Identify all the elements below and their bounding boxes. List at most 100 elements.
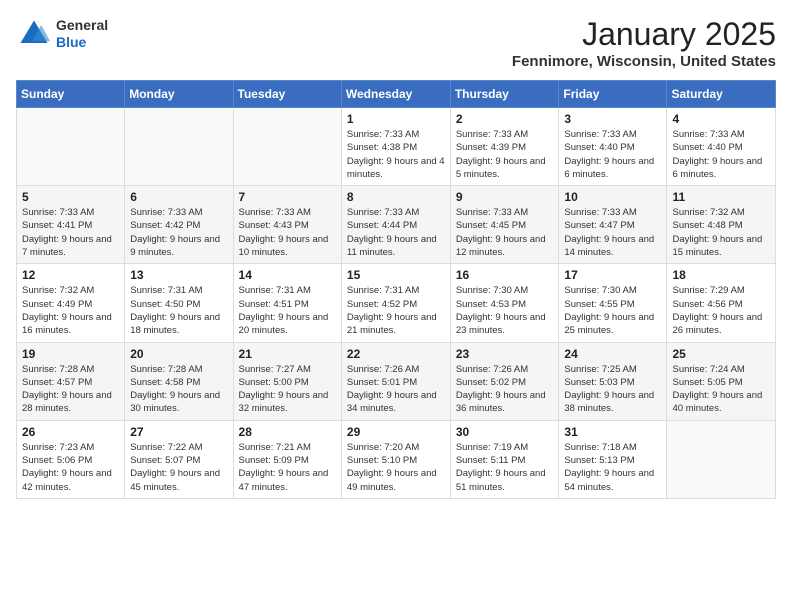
calendar-table: SundayMondayTuesdayWednesdayThursdayFrid… [16,80,776,499]
day-info: Sunrise: 7:21 AMSunset: 5:09 PMDaylight:… [239,441,336,494]
calendar-day-cell: 24Sunrise: 7:25 AMSunset: 5:03 PMDayligh… [559,342,667,420]
day-info: Sunrise: 7:24 AMSunset: 5:05 PMDaylight:… [672,363,770,416]
day-of-week-header: Saturday [667,81,776,108]
day-info: Sunrise: 7:28 AMSunset: 4:58 PMDaylight:… [130,363,227,416]
calendar-day-cell: 7 Sunrise: 7:33 AMSunset: 4:43 PMDaylight… [233,186,341,264]
day-number: 25 [672,347,770,361]
title-area: January 2025 Fennimore, Wisconsin, Unite… [512,16,776,70]
calendar-day-cell: 9 Sunrise: 7:33 AMSunset: 4:45 PMDaylight… [450,186,559,264]
day-number: 13 [130,268,227,282]
day-number: 6 [130,190,227,204]
calendar-day-cell: 4 Sunrise: 7:33 AMSunset: 4:40 PMDaylight… [667,108,776,186]
calendar-day-cell [125,108,233,186]
day-number: 4 [672,112,770,126]
day-number: 8 [347,190,445,204]
logo-general-text: General [56,17,108,34]
location-title: Fennimore, Wisconsin, United States [512,53,776,70]
calendar-day-cell: 26Sunrise: 7:23 AMSunset: 5:06 PMDayligh… [17,420,125,498]
day-number: 15 [347,268,445,282]
day-info: Sunrise: 7:33 AMSunset: 4:44 PMDaylight:… [347,206,445,259]
day-info: Sunrise: 7:33 AMSunset: 4:42 PMDaylight:… [130,206,227,259]
day-number: 28 [239,425,336,439]
day-number: 30 [456,425,554,439]
calendar-day-cell [233,108,341,186]
day-info: Sunrise: 7:31 AMSunset: 4:52 PMDaylight:… [347,284,445,337]
calendar-day-cell: 5Sunrise: 7:33 AMSunset: 4:41 PMDaylight… [17,186,125,264]
calendar-day-cell: 6 Sunrise: 7:33 AMSunset: 4:42 PMDaylight… [125,186,233,264]
day-info: Sunrise: 7:31 AMSunset: 4:50 PMDaylight:… [130,284,227,337]
calendar-day-cell: 13 Sunrise: 7:31 AMSunset: 4:50 PMDayligh… [125,264,233,342]
calendar-week-row: 12Sunrise: 7:32 AMSunset: 4:49 PMDayligh… [17,264,776,342]
calendar-day-cell: 10Sunrise: 7:33 AMSunset: 4:47 PMDayligh… [559,186,667,264]
calendar-week-row: 19Sunrise: 7:28 AMSunset: 4:57 PMDayligh… [17,342,776,420]
day-number: 31 [564,425,661,439]
day-info: Sunrise: 7:18 AMSunset: 5:13 PMDaylight:… [564,441,661,494]
day-info: Sunrise: 7:22 AMSunset: 5:07 PMDaylight:… [130,441,227,494]
day-number: 17 [564,268,661,282]
logo: General Blue [16,16,108,52]
day-info: Sunrise: 7:20 AMSunset: 5:10 PMDaylight:… [347,441,445,494]
day-info: Sunrise: 7:26 AMSunset: 5:02 PMDaylight:… [456,363,554,416]
day-number: 14 [239,268,336,282]
calendar-week-row: 5Sunrise: 7:33 AMSunset: 4:41 PMDaylight… [17,186,776,264]
calendar-day-cell: 8 Sunrise: 7:33 AMSunset: 4:44 PMDaylight… [341,186,450,264]
calendar-day-cell [17,108,125,186]
day-number: 16 [456,268,554,282]
day-number: 10 [564,190,661,204]
day-of-week-header: Friday [559,81,667,108]
day-number: 21 [239,347,336,361]
logo-icon [16,16,52,52]
calendar-body: 1 Sunrise: 7:33 AMSunset: 4:38 PMDaylight… [17,108,776,499]
calendar-day-cell: 22 Sunrise: 7:26 AMSunset: 5:01 PMDayligh… [341,342,450,420]
day-of-week-header: Thursday [450,81,559,108]
day-info: Sunrise: 7:33 AMSunset: 4:40 PMDaylight:… [564,128,661,181]
day-number: 1 [347,112,445,126]
calendar-day-cell: 14Sunrise: 7:31 AMSunset: 4:51 PMDayligh… [233,264,341,342]
calendar-day-cell: 2Sunrise: 7:33 AMSunset: 4:39 PMDaylight… [450,108,559,186]
calendar-day-cell: 19Sunrise: 7:28 AMSunset: 4:57 PMDayligh… [17,342,125,420]
day-of-week-header: Sunday [17,81,125,108]
calendar-day-cell: 12Sunrise: 7:32 AMSunset: 4:49 PMDayligh… [17,264,125,342]
day-info: Sunrise: 7:33 AMSunset: 4:40 PMDaylight:… [672,128,770,181]
day-info: Sunrise: 7:32 AMSunset: 4:48 PMDaylight:… [672,206,770,259]
day-number: 7 [239,190,336,204]
calendar-day-cell: 3Sunrise: 7:33 AMSunset: 4:40 PMDaylight… [559,108,667,186]
calendar-day-cell: 15 Sunrise: 7:31 AMSunset: 4:52 PMDayligh… [341,264,450,342]
calendar-day-cell: 18 Sunrise: 7:29 AMSunset: 4:56 PMDayligh… [667,264,776,342]
calendar-day-cell: 31 Sunrise: 7:18 AMSunset: 5:13 PMDayligh… [559,420,667,498]
day-info: Sunrise: 7:30 AMSunset: 4:55 PMDaylight:… [564,284,661,337]
logo-blue-text: Blue [56,34,108,51]
day-number: 22 [347,347,445,361]
day-number: 9 [456,190,554,204]
calendar-day-cell: 25 Sunrise: 7:24 AMSunset: 5:05 PMDayligh… [667,342,776,420]
calendar-day-cell: 1 Sunrise: 7:33 AMSunset: 4:38 PMDaylight… [341,108,450,186]
day-number: 23 [456,347,554,361]
day-info: Sunrise: 7:29 AMSunset: 4:56 PMDaylight:… [672,284,770,337]
calendar-day-cell: 21Sunrise: 7:27 AMSunset: 5:00 PMDayligh… [233,342,341,420]
day-info: Sunrise: 7:33 AMSunset: 4:43 PMDaylight:… [239,206,336,259]
day-number: 20 [130,347,227,361]
day-info: Sunrise: 7:28 AMSunset: 4:57 PMDaylight:… [22,363,119,416]
day-info: Sunrise: 7:23 AMSunset: 5:06 PMDaylight:… [22,441,119,494]
day-number: 27 [130,425,227,439]
calendar-day-cell: 16Sunrise: 7:30 AMSunset: 4:53 PMDayligh… [450,264,559,342]
day-info: Sunrise: 7:33 AMSunset: 4:45 PMDaylight:… [456,206,554,259]
day-info: Sunrise: 7:19 AMSunset: 5:11 PMDaylight:… [456,441,554,494]
day-info: Sunrise: 7:33 AMSunset: 4:41 PMDaylight:… [22,206,119,259]
calendar-day-cell: 28 Sunrise: 7:21 AMSunset: 5:09 PMDayligh… [233,420,341,498]
day-info: Sunrise: 7:33 AMSunset: 4:38 PMDaylight:… [347,128,445,181]
day-of-week-header: Monday [125,81,233,108]
calendar-week-row: 26Sunrise: 7:23 AMSunset: 5:06 PMDayligh… [17,420,776,498]
day-number: 18 [672,268,770,282]
calendar-week-row: 1 Sunrise: 7:33 AMSunset: 4:38 PMDaylight… [17,108,776,186]
calendar-day-cell: 29Sunrise: 7:20 AMSunset: 5:10 PMDayligh… [341,420,450,498]
calendar-day-cell: 11 Sunrise: 7:32 AMSunset: 4:48 PMDayligh… [667,186,776,264]
day-number: 24 [564,347,661,361]
calendar-day-cell: 23 Sunrise: 7:26 AMSunset: 5:02 PMDayligh… [450,342,559,420]
day-info: Sunrise: 7:26 AMSunset: 5:01 PMDaylight:… [347,363,445,416]
calendar-day-cell [667,420,776,498]
calendar-day-cell: 27 Sunrise: 7:22 AMSunset: 5:07 PMDayligh… [125,420,233,498]
calendar-day-cell: 17 Sunrise: 7:30 AMSunset: 4:55 PMDayligh… [559,264,667,342]
day-info: Sunrise: 7:33 AMSunset: 4:39 PMDaylight:… [456,128,554,181]
day-number: 11 [672,190,770,204]
